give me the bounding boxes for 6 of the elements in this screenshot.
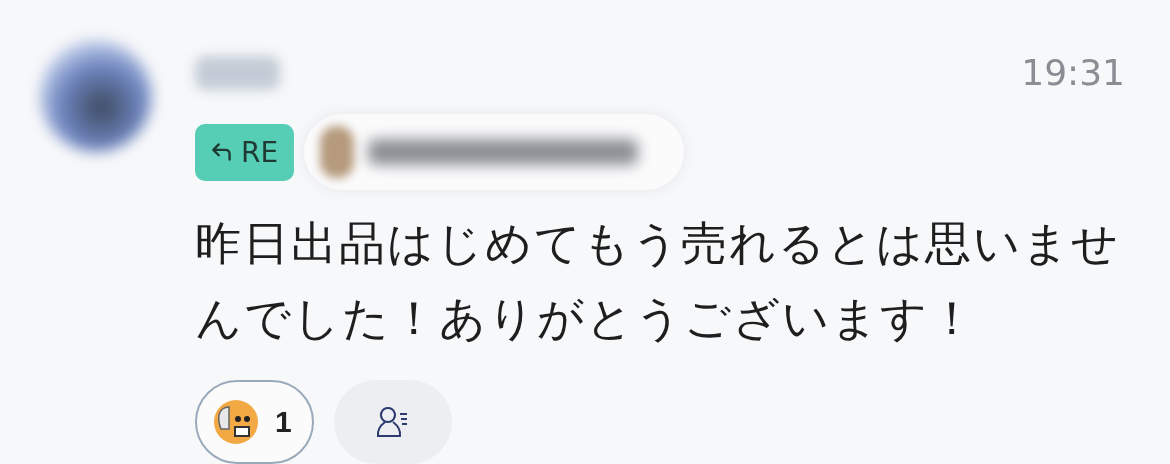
avatar[interactable] (40, 40, 152, 152)
message-time: 19:31 (1021, 52, 1125, 93)
reaction-button[interactable]: 1 (195, 380, 314, 464)
message-text: 昨日出品はじめてもう売れるとは思いませんでした！ありがとうございます！ (195, 215, 1121, 347)
emoji-icon (211, 397, 261, 447)
reply-badge[interactable]: RE (195, 123, 295, 181)
